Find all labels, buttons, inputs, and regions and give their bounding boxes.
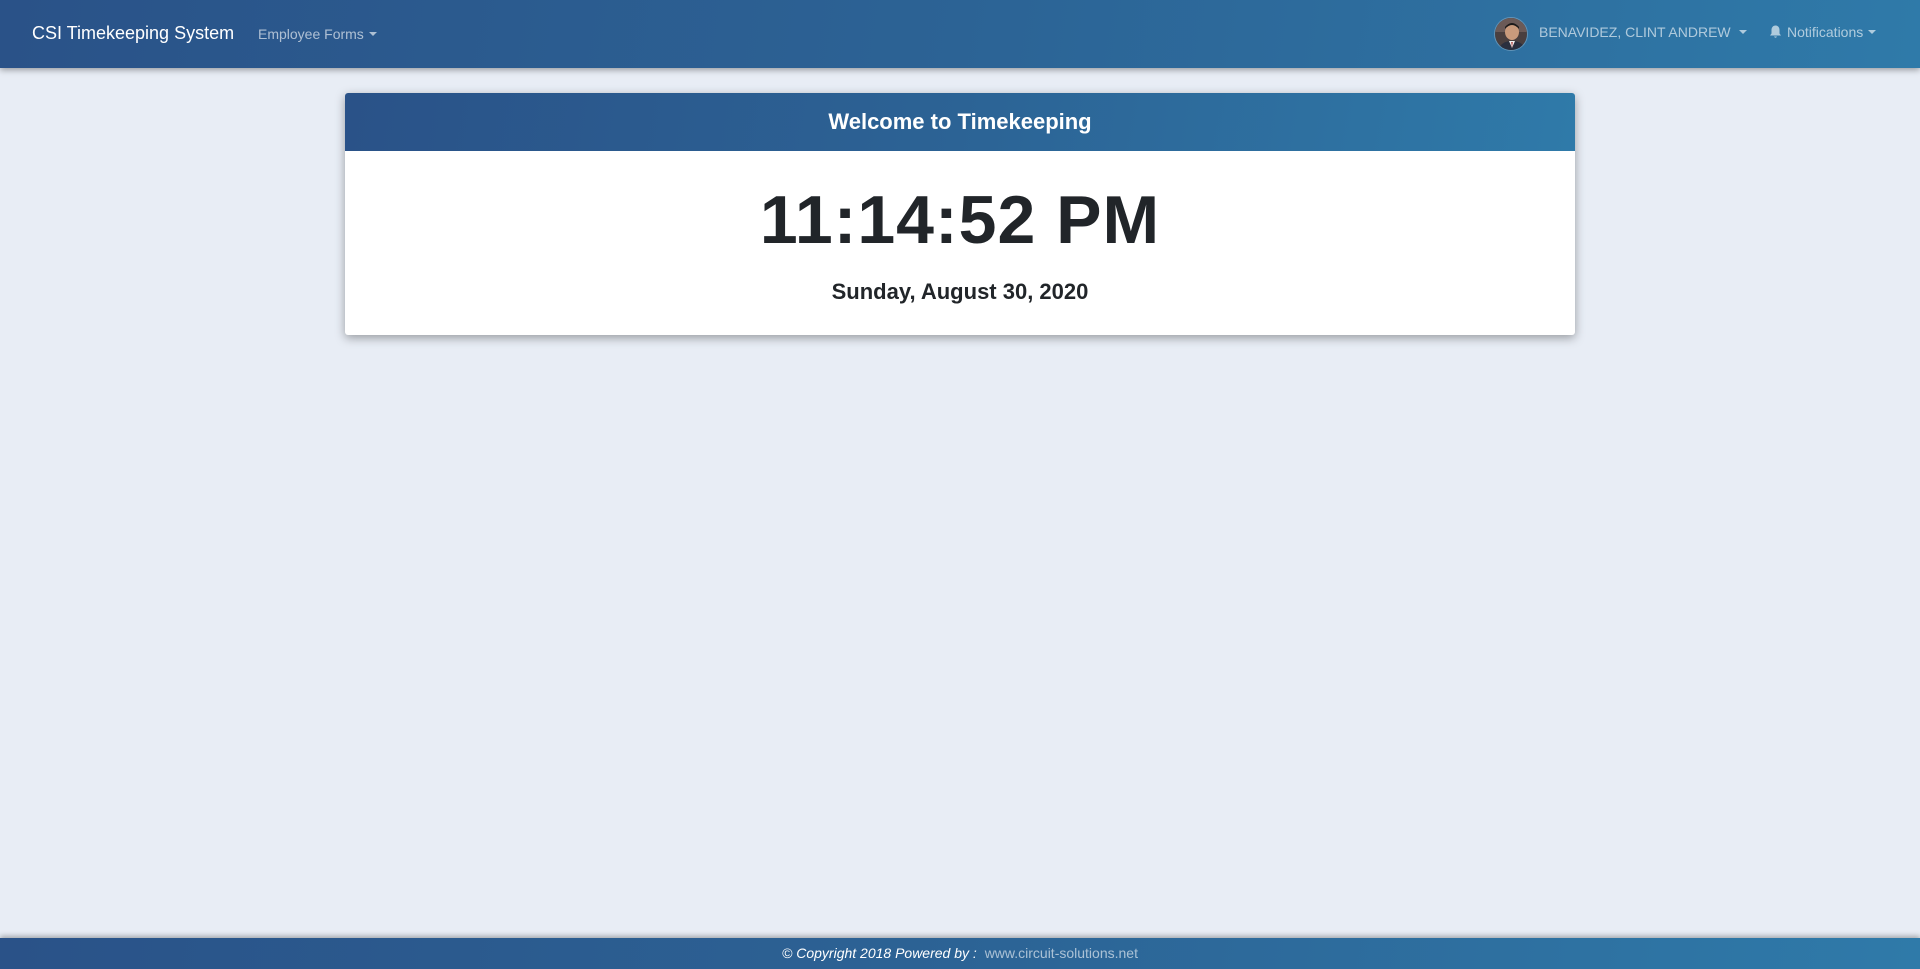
current-time: 11:14:52 PM: [759, 182, 1161, 258]
employee-forms-dropdown[interactable]: Employee Forms: [258, 25, 377, 43]
bell-icon: [1770, 25, 1781, 38]
notifications-label: Notifications: [1787, 24, 1864, 40]
page-footer: © Copyright 2018 Powered by : www.circui…: [0, 938, 1920, 969]
current-date: Sunday, August 30, 2020: [831, 279, 1089, 304]
copyright-text: © Copyright 2018 Powered by :: [782, 945, 977, 961]
user-menu-dropdown[interactable]: BENAVIDEZ, CLINT ANDREW: [1539, 23, 1747, 41]
footer-site-link[interactable]: www.circuit-solutions.net: [985, 945, 1138, 961]
brand-link[interactable]: CSI Timekeeping System: [32, 22, 234, 44]
top-navbar: CSI Timekeeping System Employee Forms BE…: [0, 0, 1920, 68]
timekeeping-card: Welcome to Timekeeping 11:14:52 PM Sunda…: [345, 93, 1575, 335]
caret-down-icon: [368, 32, 377, 36]
notifications-dropdown[interactable]: Notifications: [1769, 23, 1877, 41]
caret-down-icon: [1868, 30, 1877, 34]
user-avatar[interactable]: [1494, 17, 1528, 51]
card-title: Welcome to Timekeeping: [345, 93, 1575, 151]
user-name-label: BENAVIDEZ, CLINT ANDREW: [1539, 24, 1731, 40]
caret-down-icon: [1738, 30, 1747, 34]
employee-forms-label: Employee Forms: [258, 26, 364, 42]
avatar-photo-icon: [1495, 18, 1527, 50]
